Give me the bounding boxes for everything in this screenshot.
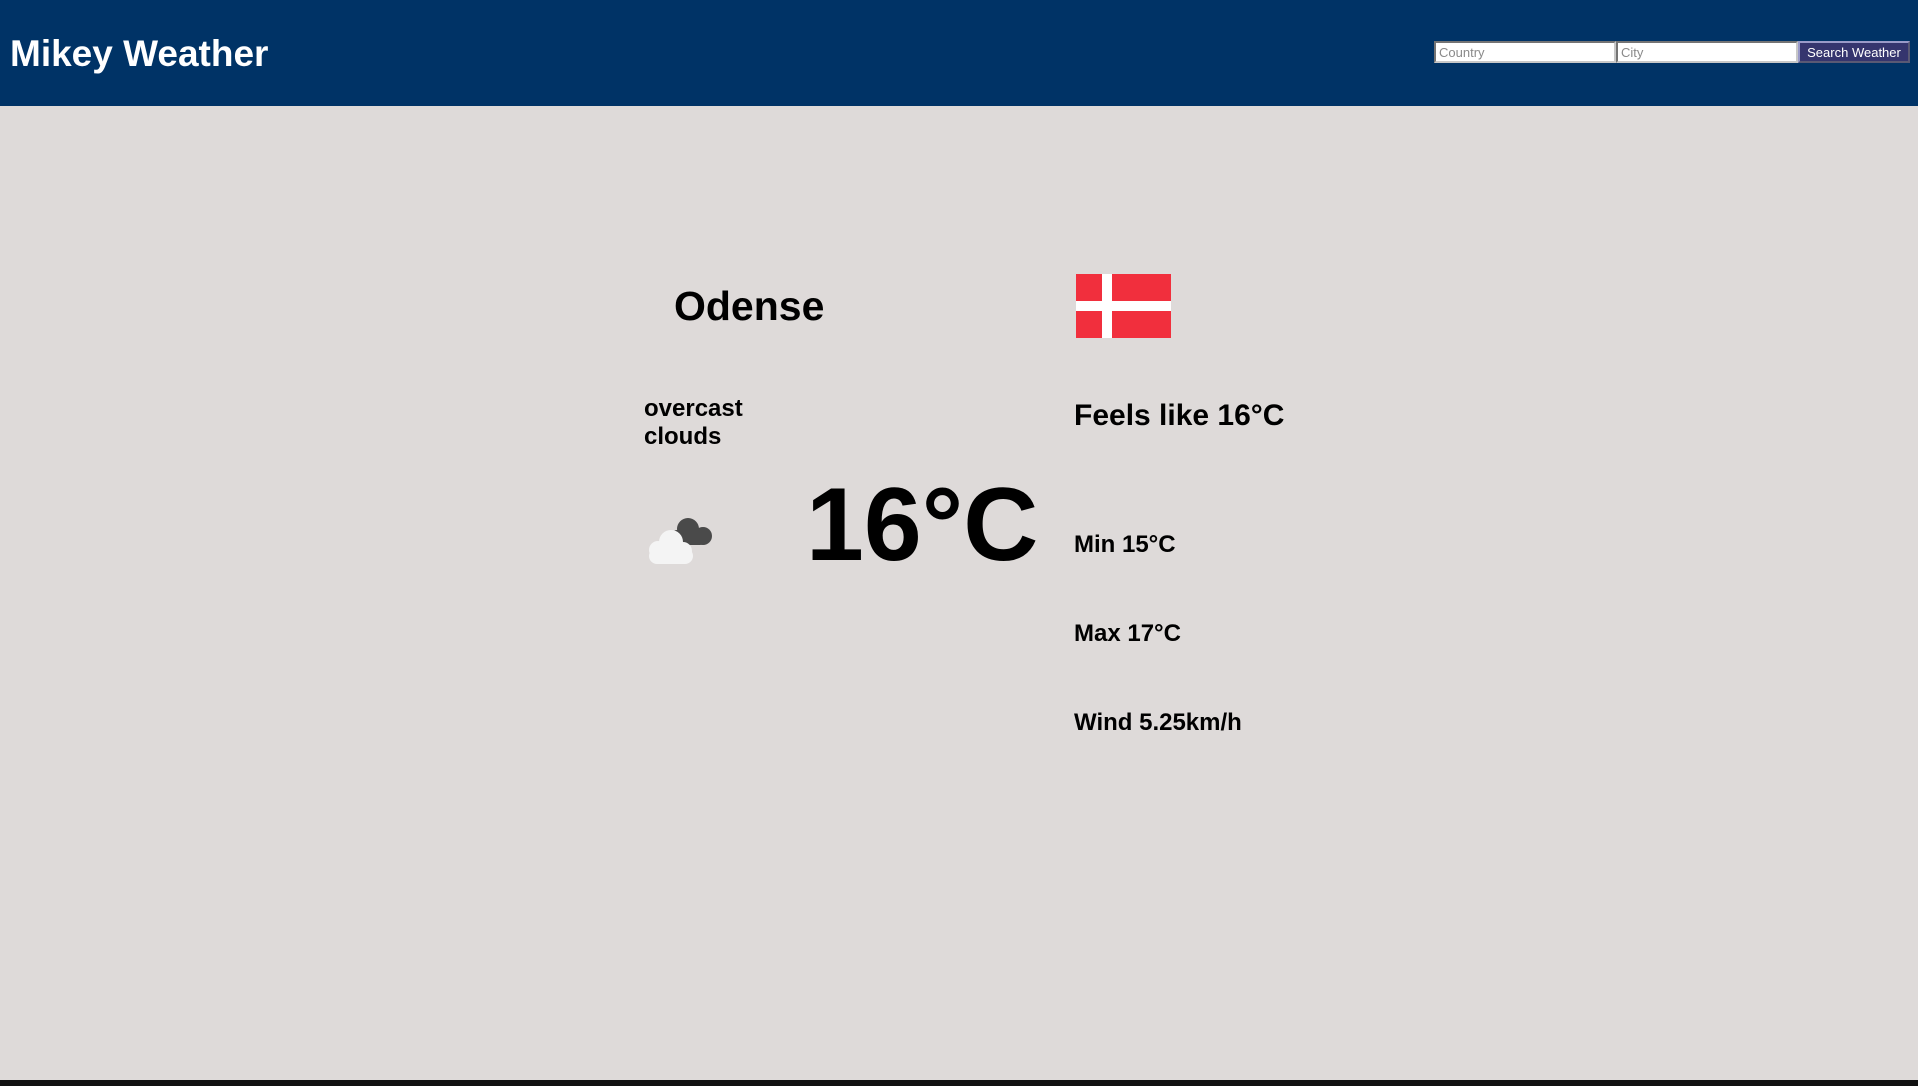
country-input[interactable] <box>1434 41 1616 63</box>
min-temperature: Min 15°C <box>1074 531 1176 558</box>
current-temperature: 16°C <box>806 467 1039 583</box>
city-name: Odense <box>674 283 825 329</box>
city-input[interactable] <box>1616 41 1798 63</box>
overcast-clouds-icon <box>649 518 712 564</box>
top-header-bar: Mikey Weather Search Weather <box>0 0 1918 106</box>
wind-speed: Wind 5.25km/h <box>1074 709 1242 736</box>
denmark-flag <box>1076 274 1171 338</box>
app-title: Mikey Weather <box>10 33 269 74</box>
flag-cross-horizontal <box>1076 301 1171 311</box>
max-temperature: Max 17°C <box>1074 620 1181 647</box>
weather-description: overcast clouds <box>644 395 743 450</box>
search-weather-button[interactable]: Search Weather <box>1798 41 1910 63</box>
bottom-edge-bar <box>0 1080 1918 1086</box>
feels-like: Feels like 16°C <box>1074 399 1285 432</box>
